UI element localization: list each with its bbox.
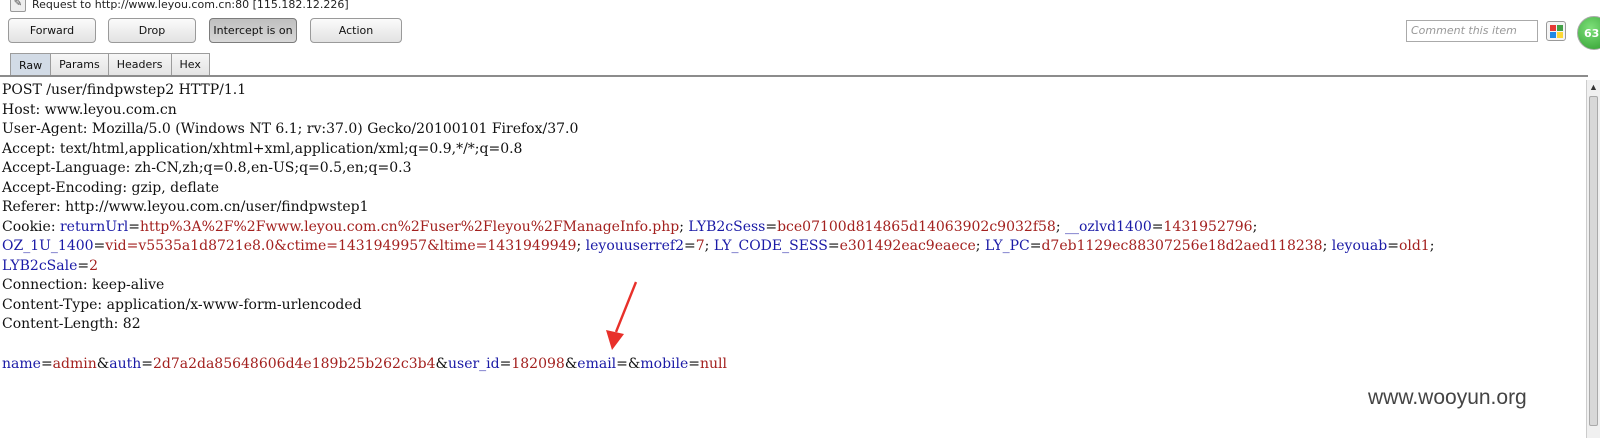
- action-button[interactable]: Action: [310, 18, 402, 43]
- param-value: 2d7a2da85648606d4e189b25b262c3b4: [152, 356, 436, 372]
- request-title-text: Request to http://www.leyou.com.cn:80 [1…: [32, 0, 349, 11]
- cookie-value: d7eb1129ec88307256e18d2aed118238: [1041, 238, 1323, 254]
- cookie-value: 2: [89, 258, 99, 274]
- accept-encoding-header: Accept-Encoding: gzip, deflate: [2, 180, 220, 196]
- cookie-key: leyouuserref2: [585, 238, 685, 254]
- scroll-up-arrow-icon[interactable]: ▲: [1588, 81, 1599, 93]
- cookie-value: http%3A%2F%2Fwww.leyou.com.cn%2Fuser%2Fl…: [140, 219, 680, 235]
- param-key: name: [2, 356, 41, 372]
- referer-header: Referer: http://www.leyou.com.cn/user/fi…: [2, 199, 369, 215]
- highlight-color-icon[interactable]: [1546, 21, 1566, 41]
- drop-button[interactable]: Drop: [108, 18, 196, 43]
- cookie-value: 1431952796: [1163, 219, 1253, 235]
- message-tabs: Raw Params Headers Hex: [10, 53, 210, 76]
- user-agent-header: User-Agent: Mozilla/5.0 (Windows NT 6.1;…: [2, 121, 579, 137]
- vertical-scrollbar[interactable]: ▲: [1586, 80, 1600, 438]
- accept-header: Accept: text/html,application/xhtml+xml,…: [2, 141, 523, 157]
- cookie-value: old1: [1398, 238, 1430, 254]
- cookie-value: bce07100d814865d14063902c9032f58: [777, 219, 1056, 235]
- cookie-header-line-2: OZ_1U_1400=vid=v5535a1d8721e8.0&ctime=14…: [2, 238, 1435, 254]
- cookie-key: returnUrl: [59, 219, 129, 235]
- tab-params[interactable]: Params: [50, 53, 109, 75]
- accept-language-header: Accept-Language: zh-CN,zh;q=0.8,en-US;q=…: [2, 160, 412, 176]
- param-value: null: [700, 356, 727, 372]
- param-key: email: [577, 356, 617, 372]
- param-key: mobile: [640, 356, 689, 372]
- host-header: Host: www.leyou.com.cn: [2, 102, 177, 118]
- pencil-icon: ✎: [10, 0, 26, 12]
- cookie-key: leyouab: [1331, 238, 1388, 254]
- forward-button[interactable]: Forward: [8, 18, 96, 43]
- watermark: www.wooyun.org: [1368, 386, 1527, 409]
- proxy-toolbar: ✎ Request to http://www.leyou.com.cn:80 …: [0, 0, 1600, 80]
- content-length-header: Content-Length: 82: [2, 316, 141, 332]
- comment-input[interactable]: Comment this item: [1406, 20, 1538, 42]
- tab-hex[interactable]: Hex: [170, 53, 210, 75]
- tab-headers[interactable]: Headers: [107, 53, 172, 75]
- raw-request-editor[interactable]: POST /user/findpwstep2 HTTP/1.1 Host: ww…: [0, 78, 1586, 438]
- request-line: POST /user/findpwstep2 HTTP/1.1: [2, 82, 247, 98]
- cookie-key: __ozlvd1400: [1064, 219, 1152, 235]
- cookie-value: 7: [695, 238, 705, 254]
- param-key: auth: [109, 356, 142, 372]
- content-type-header: Content-Type: application/x-www-form-url…: [2, 297, 362, 313]
- cookie-key: LY_PC: [984, 238, 1030, 254]
- param-value: 182098: [511, 356, 565, 372]
- cookie-key: OZ_1U_1400: [2, 238, 94, 254]
- cookie-header-line-1: Cookie: returnUrl=http%3A%2F%2Fwww.leyou…: [2, 219, 1258, 235]
- param-value: admin: [52, 356, 97, 372]
- intercept-toggle-button[interactable]: Intercept is on: [209, 18, 297, 43]
- request-title: ✎ Request to http://www.leyou.com.cn:80 …: [10, 0, 349, 12]
- cookie-value: vid=v5535a1d8721e8.0&ctime=1431949957&lt…: [105, 238, 577, 254]
- tab-raw[interactable]: Raw: [10, 53, 52, 76]
- param-key: user_id: [448, 356, 500, 372]
- cookie-header-line-3: LYB2cSale=2: [2, 258, 99, 274]
- request-body: name=admin&auth=2d7a2da85648606d4e189b25…: [2, 356, 727, 372]
- cookie-key: LY_CODE_SESS: [713, 238, 828, 254]
- cookie-key: LYB2cSale: [2, 258, 78, 274]
- notification-badge[interactable]: 63: [1577, 16, 1600, 50]
- cookie-label: Cookie:: [2, 219, 60, 235]
- cookie-value: e301492eac9eaece: [839, 238, 976, 254]
- connection-header: Connection: keep-alive: [2, 277, 165, 293]
- cookie-key: LYB2cSess: [688, 219, 766, 235]
- tab-divider: [0, 75, 1588, 77]
- scrollbar-thumb[interactable]: [1589, 96, 1598, 426]
- annotation-arrow-icon: [606, 281, 638, 350]
